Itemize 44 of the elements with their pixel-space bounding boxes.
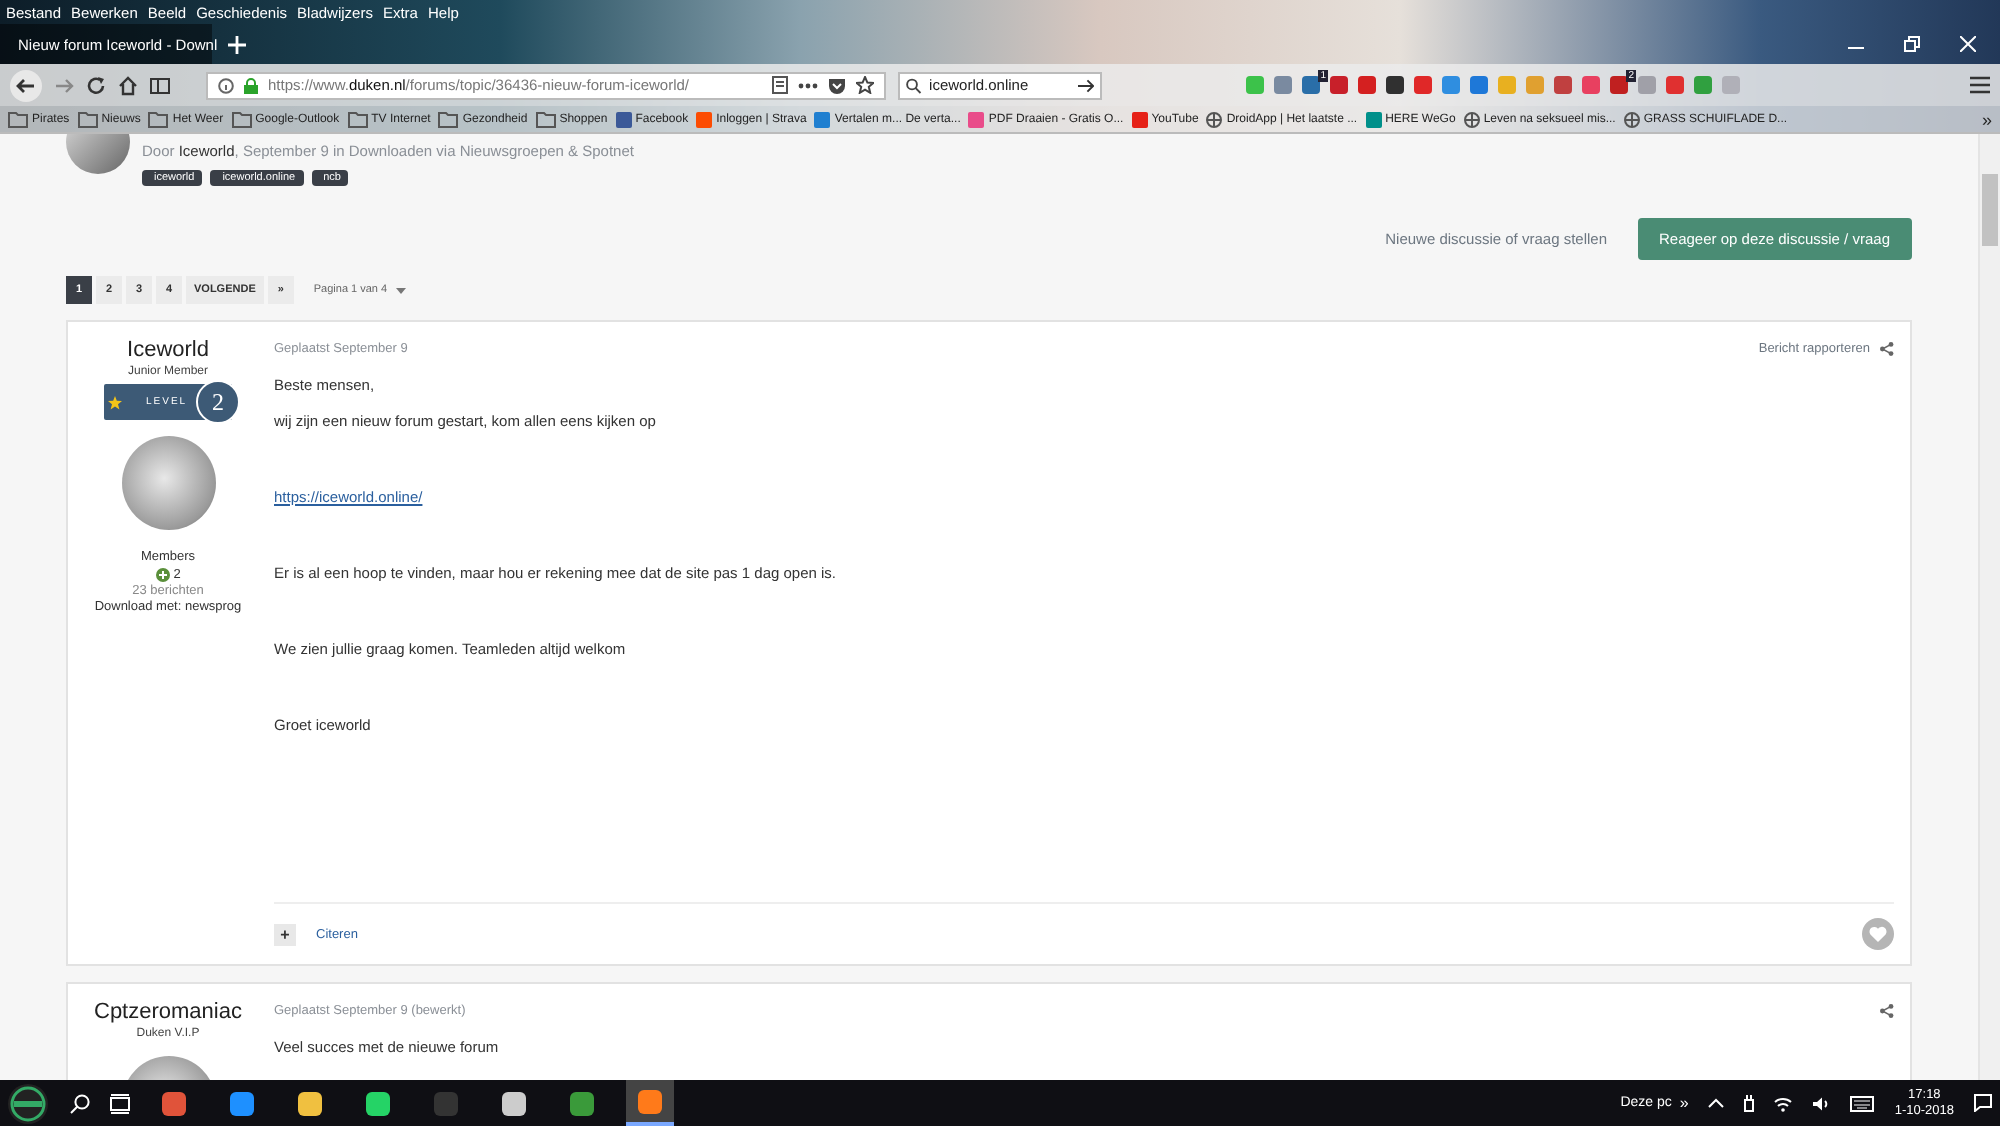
- avatar[interactable]: [121, 436, 215, 530]
- share-icon[interactable]: [1880, 342, 1894, 356]
- volume-icon[interactable]: [1812, 1095, 1831, 1111]
- more-bookmarks-button[interactable]: »: [1981, 109, 1992, 129]
- extension-icon[interactable]: [1554, 76, 1572, 94]
- restore-icon[interactable]: [1904, 36, 1920, 52]
- new-tab-icon[interactable]: [228, 35, 246, 53]
- close-icon[interactable]: [1960, 36, 1976, 52]
- menu-icon[interactable]: [1970, 76, 1990, 94]
- reload-icon[interactable]: [86, 75, 106, 95]
- level-number: 2: [196, 380, 240, 424]
- wifi-icon[interactable]: [1774, 1095, 1793, 1111]
- info-icon: [218, 77, 234, 93]
- more-icon[interactable]: [798, 81, 818, 89]
- plus-icon: [155, 568, 170, 582]
- usb-icon[interactable]: [1744, 1094, 1755, 1112]
- extension-icon[interactable]: [1386, 76, 1404, 94]
- username[interactable]: Cptzeromaniac: [94, 1000, 242, 1024]
- task-view-icon[interactable]: [110, 1093, 130, 1113]
- scrollbar-thumb[interactable]: [1982, 174, 1998, 246]
- home-icon[interactable]: [118, 75, 138, 95]
- star-icon: [108, 395, 122, 409]
- multiquote-button[interactable]: +: [274, 923, 296, 945]
- search-icon: [906, 77, 922, 93]
- caret-icon: [395, 287, 406, 293]
- star-icon[interactable]: [856, 76, 874, 94]
- sidebar-icon[interactable]: [150, 75, 170, 95]
- search-icon[interactable]: [70, 1093, 90, 1113]
- extension-icon[interactable]: [1330, 76, 1348, 94]
- more-button[interactable]: »: [1679, 1094, 1689, 1112]
- chevron-up-icon[interactable]: [1708, 1098, 1725, 1108]
- app-icon[interactable]: [160, 1089, 188, 1117]
- extension-icon[interactable]: [1358, 76, 1376, 94]
- notification-icon[interactable]: [1974, 1094, 1992, 1112]
- keyboard-icon[interactable]: [1850, 1095, 1875, 1111]
- share-icon[interactable]: [1880, 1004, 1894, 1018]
- start-logo-icon[interactable]: [6, 1083, 50, 1123]
- pocket-icon[interactable]: [828, 77, 846, 93]
- reader-view-icon[interactable]: [772, 76, 788, 94]
- scrollbar[interactable]: [1978, 134, 2000, 1080]
- back-icon[interactable]: [10, 69, 42, 101]
- lock-icon: [244, 77, 258, 93]
- arrow-icon[interactable]: [1077, 77, 1094, 93]
- username[interactable]: Iceworld: [127, 338, 209, 362]
